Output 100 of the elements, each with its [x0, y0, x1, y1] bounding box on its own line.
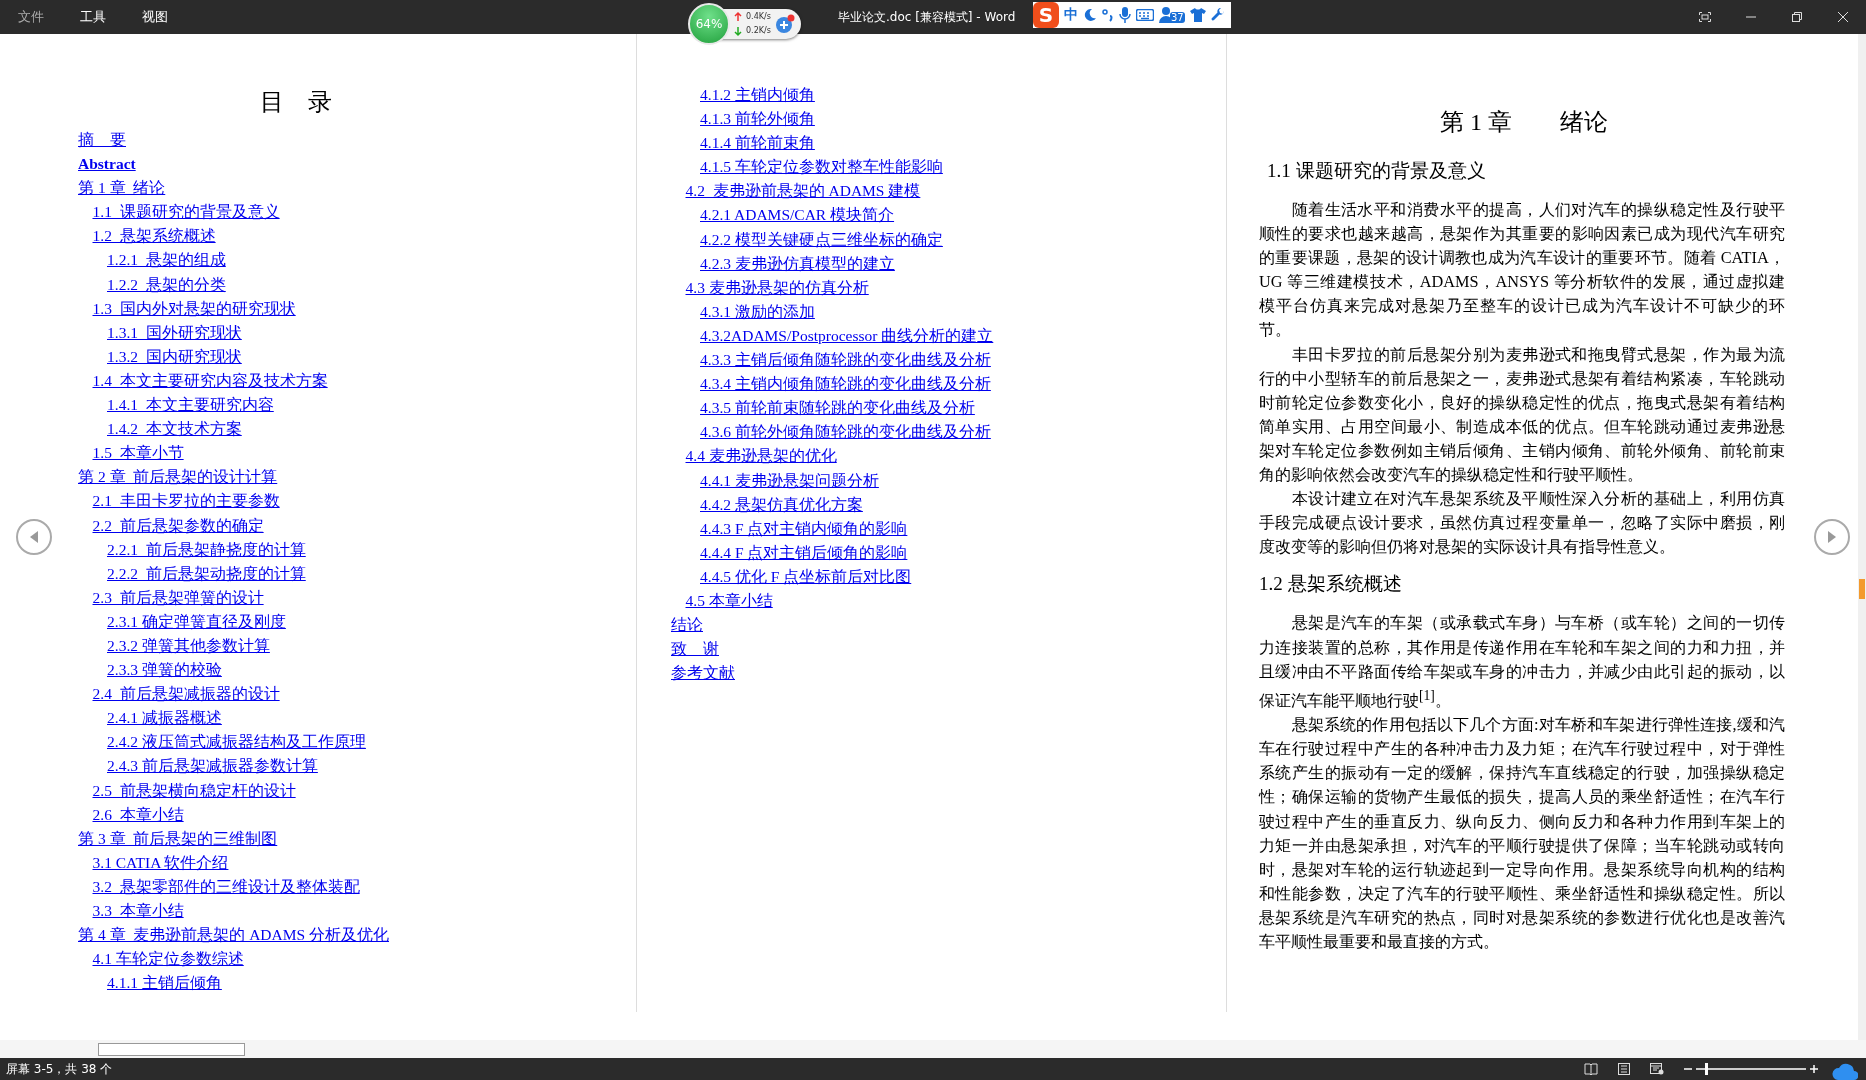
page-icon[interactable] [1618, 1063, 1630, 1075]
ime-logo[interactable]: S [1033, 2, 1059, 28]
toc-link[interactable]: 1.2.2 悬架的分类 [107, 272, 226, 297]
menu-item[interactable]: 工具 [62, 8, 124, 26]
toc-link[interactable]: 4.3.6 前轮外倾角随轮跳的变化曲线及分析 [700, 420, 991, 445]
toc-link[interactable]: 4.4.3 F 点对主销内倾角的影响 [700, 516, 908, 541]
toc-link[interactable]: Abstract [78, 152, 136, 177]
window-title: 毕业论文.doc [兼容模式] - Word [838, 8, 1016, 26]
toc-link[interactable]: 2.2 前后悬架参数的确定 [92, 513, 264, 538]
toc-link[interactable]: 2.2.2 前后悬架动挠度的计算 [107, 561, 306, 586]
toc-link[interactable]: 摘 要 [78, 128, 126, 153]
menu-item[interactable]: 文件 [0, 8, 62, 26]
punctuation-icon[interactable] [1102, 8, 1114, 22]
ime-badge: 37 [1170, 12, 1185, 23]
toc-link[interactable]: 2.5 前悬架横向稳定杆的设计 [92, 778, 296, 803]
toc-link[interactable]: 2.6 本章小结 [92, 802, 184, 827]
toc-link[interactable]: 1.4.1 本文主要研究内容 [107, 393, 274, 418]
paragraph: 随着生活水平和消费水平的提高，人们对汽车的操纵稳定性及行驶平顺性的要求也越来越高，悬架作为其重要的影响因素已成为现代汽车研究的重要课题，悬架的设计调教也成为汽车设计的重要环节。随着 CATIA，UG 等三维建模技术，ADAMS，ANSYS 等分析软件的发展，通过虚拟建模平台仿真来完成对悬架乃至整车的设计已成为汽车设计不可缺少的环节。 [1259, 199, 1785, 342]
section-heading: 1.1 课题研究的背景及意义 [1267, 159, 1487, 183]
toc-link[interactable]: 4.4.1 麦弗逊悬架问题分析 [700, 468, 879, 493]
input-mode-toggle[interactable]: 中 [1064, 6, 1078, 24]
toc-link[interactable]: 参考文献 [671, 661, 735, 686]
toc-link[interactable]: 4.3.2ADAMS/Postprocessor 曲线分析的建立 [700, 323, 994, 349]
toc-link[interactable]: 2.4.2 液压筒式减振器结构及工作原理 [107, 730, 366, 755]
toc-link[interactable]: 4.2.1 ADAMS/CAR 模块简介 [700, 203, 895, 228]
toc-link[interactable]: 2.3.3 弹簧的校验 [107, 658, 222, 683]
toc-link[interactable]: 2.3 前后悬架弹簧的设计 [92, 585, 264, 610]
toc-link[interactable]: 4.2.3 麦弗逊仿真模型的建立 [700, 251, 895, 276]
keyboard-icon[interactable] [1136, 9, 1154, 21]
previous-page-button[interactable] [16, 519, 52, 555]
scrollbar-thumb[interactable] [98, 1043, 245, 1056]
toc-link[interactable]: 4.3.5 前轮前束随轮跳的变化曲线及分析 [700, 396, 975, 421]
toc-link[interactable]: 4.3.4 主销内倾角随轮跳的变化曲线及分析 [700, 372, 991, 397]
toc-link[interactable]: 第 1 章 绪论 [78, 176, 166, 201]
toc-link[interactable]: 1.5 本章小节 [92, 441, 184, 466]
toc-link[interactable]: 4.1 车轮定位参数综述 [92, 947, 244, 972]
toc-link[interactable]: 1.3 国内外对悬架的研究现状 [92, 296, 296, 321]
right-triangle-icon [1826, 530, 1838, 544]
toc-link[interactable]: 4.1.5 车轮定位参数对整车性能影响 [700, 155, 943, 180]
toc-title: 目 录 [258, 88, 333, 117]
toc-link[interactable]: 4.3.3 主销后倾角随轮跳的变化曲线及分析 [700, 348, 991, 373]
up-down-arrows-icon [734, 11, 742, 37]
toc-link[interactable]: 第 2 章 前后悬架的设计计算 [78, 465, 278, 490]
toc-link[interactable]: 4.4.2 悬架仿真优化方案 [700, 492, 863, 517]
toc-link[interactable]: 1.1 课题研究的背景及意义 [92, 200, 280, 225]
toc-link[interactable]: 4.3.1 激励的添加 [700, 299, 815, 324]
menu-item[interactable]: 视图 [124, 8, 186, 26]
toc-link[interactable]: 2.4 前后悬架减振器的设计 [92, 682, 280, 707]
toc-link[interactable]: 第 4 章 麦弗逊前悬架的 ADAMS 分析及优化 [78, 923, 389, 948]
toc-link[interactable]: 4.2 麦弗逊前悬架的 ADAMS 建模 [685, 179, 921, 204]
moon-icon[interactable] [1083, 8, 1097, 22]
toc-link[interactable]: 结论 [671, 613, 703, 638]
toc-link[interactable]: 4.5 本章小结 [685, 588, 773, 614]
upload-speed: 0.4K/s [746, 11, 771, 23]
zoom-out-icon[interactable] [1684, 1065, 1692, 1073]
toc-link[interactable]: 4.4.5 优化 F 点坐标前后对比图 [700, 564, 912, 589]
paragraph: 本设计建立在对汽车悬架系统及平顺性深入分析的基础上，利用仿真手段完成硬点设计要求，虽然仿真过程变量单一，忽略了实际中磨损，刚度改变等的影响但仍将对悬架的实际设计具有指导性意义。 [1259, 488, 1785, 559]
toc-link[interactable]: 2.3.2 弹簧其他参数计算 [107, 633, 270, 659]
toc-link[interactable]: 4.4 麦弗逊悬架的优化 [685, 444, 837, 469]
restore-icon[interactable] [1792, 12, 1802, 22]
book-icon[interactable] [1584, 1063, 1598, 1075]
toc-link[interactable]: 1.4 本文主要研究内容及技术方案 [92, 368, 328, 394]
toc-link[interactable]: 4.4.4 F 点对主销后倾角的影响 [700, 540, 908, 565]
toc-link[interactable]: 3.3 本章小结 [92, 899, 184, 924]
fullscreen-icon[interactable] [1699, 12, 1711, 22]
toc-link[interactable]: 2.3.1 确定弹簧直径及刚度 [107, 609, 286, 634]
toc-link[interactable]: 4.1.1 主销后倾角 [107, 971, 222, 996]
toc-link[interactable]: 2.4.3 前后悬架减振器参数计算 [107, 754, 318, 779]
vertical-scrollbar[interactable] [1858, 34, 1866, 1040]
toc-link[interactable]: 1.2 悬架系统概述 [92, 224, 216, 249]
toc-link[interactable]: 1.3.2 国内研究现状 [107, 344, 242, 369]
toc-link[interactable]: 第 3 章 前后悬架的三维制图 [78, 826, 278, 851]
toc-link[interactable]: 1.2.1 悬架的组成 [107, 248, 226, 273]
zoom-in-icon[interactable] [1810, 1065, 1818, 1073]
toc-link[interactable]: 3.1 CATIA 软件介绍 [92, 850, 229, 875]
toc-link[interactable]: 致 谢 [671, 637, 719, 662]
zoom-thumb[interactable] [1704, 1063, 1708, 1075]
toc-link[interactable]: 2.1 丰田卡罗拉的主要参数 [92, 489, 280, 514]
page-info: 屏幕 3-5，共 38 个 [6, 1060, 114, 1078]
paragraph: 丰田卡罗拉的前后悬架分别为麦弗逊式和拖曳臂式悬架，作为最为流行的中小型轿车的前后悬架之一，麦弗逊式悬架有着结构紧凑，车轮跳动时前轮定位参数变化小，良好的操纵稳定性的优点，拖曳式悬架有着结构简单实用、占用空间最小、制造成本低的优点。但车轮跳动通过麦弗逊悬架对车轮定位参数例如主销后倾角、主销内倾角、前轮外倾角、前轮前束角的影响依然会改变汽车的操纵稳定性和行驶平顺性。 [1259, 343, 1785, 487]
toc-link[interactable]: 4.1.4 前轮前束角 [700, 131, 815, 156]
web-layout-icon[interactable] [1650, 1063, 1664, 1075]
toc-link[interactable]: 4.3 麦弗逊悬架的仿真分析 [685, 275, 869, 300]
shirt-icon[interactable] [1189, 8, 1206, 22]
person-icon[interactable] [1159, 7, 1173, 23]
wrench-icon[interactable] [1210, 8, 1225, 22]
cloud-icon[interactable] [1832, 1062, 1858, 1080]
toc-link[interactable]: 1.4.2 本文技术方案 [107, 417, 242, 442]
next-page-button[interactable] [1814, 519, 1850, 555]
toc-link[interactable]: 1.3.1 国外研究现状 [107, 320, 242, 345]
microphone-icon[interactable] [1119, 7, 1131, 23]
toc-link[interactable]: 2.2.1 前后悬架静挠度的计算 [107, 537, 306, 562]
close-icon[interactable] [1838, 12, 1848, 22]
toc-link[interactable]: 4.1.2 主销内倾角 [700, 83, 815, 108]
toc-link[interactable]: 4.2.2 模型关键硬点三维坐标的确定 [700, 227, 943, 252]
toc-link[interactable]: 3.2 悬架零部件的三维设计及整体装配 [92, 874, 360, 899]
toc-link[interactable]: 4.1.3 前轮外倾角 [700, 107, 815, 132]
plus-icon[interactable] [774, 14, 795, 34]
horizontal-scrollbar[interactable] [0, 1040, 1866, 1058]
toc-link[interactable]: 2.4.1 减振器概述 [107, 706, 222, 731]
